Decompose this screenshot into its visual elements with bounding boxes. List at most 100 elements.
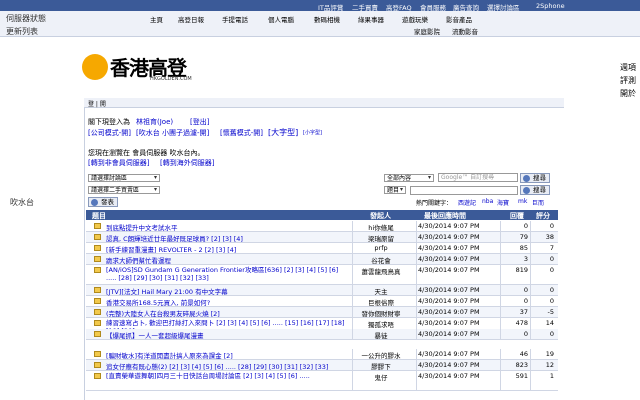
topic-title-link[interactable]: 認真, C朗輝培近廿年最好既足球員? [2] [3] [4]: [106, 233, 346, 243]
topic-title-link[interactable]: [新手練習重漫畫] REVOLTER - 2 [2] [3] [4]: [106, 244, 346, 254]
topic-score: 14: [545, 319, 554, 327]
topic-author[interactable]: hi你條尾: [356, 222, 406, 232]
left-forum-label[interactable]: 吹水台: [10, 197, 34, 208]
search-button-2[interactable]: 搜尋: [520, 185, 550, 195]
table-row[interactable]: 到底點提升中文考試水平 hi你條尾 4/30/2014 9:07 PM 0 0: [86, 221, 558, 232]
column-divider: [530, 296, 531, 306]
top-bar: IT品評賞 二手買賣 高登FAQ 會員服務 廣告查詢 選擇討論區 2Sphone: [0, 0, 640, 12]
large-font-link[interactable]: [大字型]: [268, 127, 298, 138]
hot-keyword-3[interactable]: 海寶: [497, 198, 509, 207]
topic-title-link[interactable]: [直賣榮華遊舞朝]四月三十日快話台周場討論區 [2] [3] [4] [5] […: [106, 372, 346, 380]
server-status-link[interactable]: 伺服器狀態: [6, 13, 46, 24]
search-icon: [523, 187, 530, 194]
mode-filter-link[interactable]: [吹水台 小團子過濾-開]: [136, 128, 209, 138]
nav-home[interactable]: 主頁: [150, 14, 163, 24]
user-name-link[interactable]: 林祖育(Joe): [136, 117, 173, 127]
subnav-home-theatre[interactable]: 家庭影院: [414, 26, 440, 36]
search-button[interactable]: 搜尋: [520, 173, 550, 183]
topic-title-link[interactable]: (完整)大陸女人在台殺男友碎屍火燒 [2]: [106, 308, 346, 318]
topic-title-link[interactable]: 跪求大師們幫忙看運程: [106, 255, 346, 265]
table-row[interactable]: (完整)大陸女人在台殺男友碎屍火燒 [2] 發你個財財寧 4/30/2014 9:0…: [86, 307, 558, 318]
folder-icon: [94, 298, 101, 304]
mode-retro-link[interactable]: [懷舊模式-開]: [220, 128, 263, 138]
table-row[interactable]: [直賣榮華遊舞朝]四月三十日快話台周場討論區 [2] [3] [4] [5] […: [86, 371, 558, 391]
column-divider: [530, 307, 531, 317]
nav-av[interactable]: 影音產品: [446, 14, 472, 24]
switch-overseas-link[interactable]: [轉到海外伺服器]: [160, 158, 214, 168]
topic-author[interactable]: 獨孤求唔: [356, 319, 406, 329]
topic-title-link[interactable]: 香港交易所168.5元買入, 前景如何?: [106, 297, 346, 307]
topic-author[interactable]: 鬼仔: [356, 372, 406, 382]
nav-green[interactable]: 綠果事器: [358, 14, 384, 24]
topic-title-link[interactable]: 到底點提升中文考試水平: [106, 222, 346, 232]
logout-link[interactable]: [登出]: [190, 117, 209, 127]
table-row[interactable]: [新手練習重漫畫] REVOLTER - 2 [2] [3] [4] prfp 4/…: [86, 243, 558, 254]
column-divider: [500, 243, 501, 253]
topic-author[interactable]: 巨根俗際: [356, 297, 406, 307]
hot-keyword-1[interactable]: 西遊記: [458, 198, 476, 207]
topic-title-link[interactable]: [AN/iOS]SD Gundam G Generation Frontier攻…: [106, 266, 346, 282]
search-input[interactable]: Google™ 自訂搜尋: [438, 173, 518, 182]
content-select[interactable]: 全部內容: [384, 174, 434, 182]
nav-mobile[interactable]: 手提電話: [222, 14, 248, 24]
topic-score: 0: [549, 222, 554, 230]
mode-company-link[interactable]: [公司模式-開]: [88, 128, 131, 138]
topic-author[interactable]: 梁瑞原留: [356, 233, 406, 243]
folder-icon: [94, 234, 101, 240]
topic-author[interactable]: 蕭雲龍飛鳥真: [356, 266, 406, 276]
topic-last-reply-time: 4/30/2014 9:07 PM: [418, 297, 480, 305]
top-link-2sphone[interactable]: 2Sphone: [536, 2, 565, 10]
nav-daily[interactable]: 高登日報: [178, 14, 204, 24]
column-divider: [416, 254, 417, 264]
topic-title-link[interactable]: 【爆尾抓】一人一套超級爆尾漫畫: [106, 330, 346, 340]
right-link-1[interactable]: 週項: [620, 62, 636, 73]
title-select[interactable]: 題目: [384, 186, 406, 194]
hot-keyword-2[interactable]: nba: [482, 198, 493, 205]
table-row[interactable]: [JTV][法文] Hail Mary 21:00 有中文字幕 天主 4/30/20…: [86, 285, 558, 296]
right-link-3[interactable]: 開於: [620, 88, 636, 99]
secondhand-select[interactable]: 請選擇二手買賣區: [88, 186, 160, 194]
column-divider: [500, 254, 501, 264]
column-divider: [500, 221, 501, 231]
table-row[interactable]: [AN/iOS]SD Gundam G Generation Frontier攻…: [86, 265, 558, 285]
topic-last-reply-time: 4/30/2014 9:07 PM: [418, 319, 480, 327]
nav-pc[interactable]: 個人電腦: [268, 14, 294, 24]
topic-last-reply-time: 4/30/2014 9:07 PM: [418, 286, 480, 294]
column-divider: [416, 307, 417, 317]
subnav-mobile-av[interactable]: 流動影音: [452, 26, 478, 36]
nav-games[interactable]: 遊戲玩樂: [402, 14, 428, 24]
topic-score: 19: [545, 350, 554, 358]
right-link-2[interactable]: 評測: [620, 75, 636, 86]
small-font-link[interactable]: [小字型]: [303, 129, 322, 136]
hot-keyword-4[interactable]: mk: [518, 198, 527, 205]
table-row[interactable]: 追女仔應有既心態(2) [2] [3] [4] [5] [6] ..... [2…: [86, 360, 558, 371]
site-logo[interactable]: 香港高登 HKGOLDEN.COM: [82, 52, 192, 82]
hot-keyword-5[interactable]: 巨而: [532, 198, 544, 207]
update-list-link[interactable]: 更新列表: [6, 26, 38, 37]
topic-author[interactable]: 一公升的膠水: [356, 350, 406, 360]
search-icon: [523, 175, 530, 182]
new-post-button[interactable]: 發表: [88, 197, 118, 207]
topic-author[interactable]: 天主: [356, 286, 406, 296]
topic-author[interactable]: 谷花會: [356, 255, 406, 265]
topic-author[interactable]: 發你個財財寧: [356, 308, 406, 318]
column-divider: [530, 285, 531, 295]
folder-icon: [94, 320, 101, 326]
topic-last-reply-time: 4/30/2014 9:07 PM: [418, 330, 480, 338]
table-row[interactable]: 認真, C朗輝培近廿年最好既足球員? [2] [3] [4] 梁瑞原留 4/30/2…: [86, 232, 558, 243]
forum-select[interactable]: 請選擇討論區: [88, 174, 160, 182]
table-row[interactable]: [騙財敏水]有洋道開盡計搞人原來為課金 [2] 一公升的膠水 4/30/2014 9…: [86, 349, 558, 360]
topic-title-link[interactable]: [騙財敏水]有洋道開盡計搞人原來為課金 [2]: [106, 350, 346, 360]
topic-author[interactable]: prfp: [356, 244, 406, 252]
topic-title-link[interactable]: [JTV][法文] Hail Mary 21:00 有中文字幕: [106, 286, 346, 296]
search-input-2[interactable]: [410, 186, 518, 195]
table-row[interactable]: 【爆尾抓】一人一套超級爆尾漫畫 暴徒 4/30/2014 9:07 PM 0 0: [86, 329, 558, 340]
topic-author[interactable]: 暴徒: [356, 330, 406, 340]
table-row[interactable]: 香港交易所168.5元買入, 前景如何? 巨根俗際 4/30/2014 9:07 P…: [86, 296, 558, 307]
topic-author[interactable]: 膠膠下: [356, 361, 406, 371]
table-row[interactable]: 跪求大師們幫忙看運程 谷花會 4/30/2014 9:07 PM 3 0: [86, 254, 558, 265]
nav-camera[interactable]: 數碼相機: [314, 14, 340, 24]
topic-title-link[interactable]: 追女仔應有既心態(2) [2] [3] [4] [5] [6] ..... [2…: [106, 361, 346, 371]
switch-nonmember-link[interactable]: [轉到非會員伺服器]: [88, 158, 149, 168]
folder-icon: [94, 267, 101, 273]
